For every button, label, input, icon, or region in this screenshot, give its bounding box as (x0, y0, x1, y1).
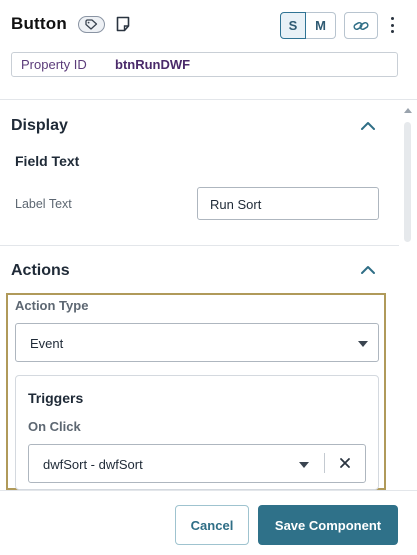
on-click-value: dwfSort - dwfSort (43, 457, 143, 472)
document-icon[interactable] (116, 16, 130, 32)
kebab-menu-icon[interactable] (387, 14, 397, 36)
caret-down-icon (299, 462, 309, 468)
action-type-label: Action Type (15, 298, 89, 313)
component-title: Button (11, 14, 67, 33)
label-text-label: Label Text (15, 197, 72, 211)
link-icon (353, 21, 369, 30)
action-type-value: Event (30, 336, 64, 351)
display-section-title: Display (11, 117, 68, 134)
scroll-up-arrow-icon[interactable] (404, 108, 412, 113)
select-separator (324, 453, 325, 473)
display-collapse-chevron-up-icon[interactable] (360, 121, 376, 131)
property-id-value: btnRunDWF (115, 57, 191, 72)
section-divider (0, 245, 399, 246)
actions-section-title: Actions (11, 262, 70, 279)
tag-button[interactable] (78, 16, 105, 33)
size-s-button[interactable]: S (280, 12, 306, 39)
caret-down-icon (358, 341, 368, 347)
panel-header: Button S M Property ID btnRunDWF (0, 0, 417, 100)
close-icon[interactable] (338, 456, 352, 470)
actions-collapse-chevron-up-icon[interactable] (360, 265, 376, 275)
property-id-field[interactable]: Property ID btnRunDWF (11, 52, 398, 77)
scrollbar-thumb[interactable] (404, 122, 411, 242)
link-button[interactable] (344, 12, 378, 39)
property-id-label: Property ID (21, 57, 87, 72)
cancel-button[interactable]: Cancel (175, 505, 249, 545)
tag-icon (85, 19, 98, 30)
action-type-select[interactable]: Event (15, 323, 379, 362)
field-text-heading: Field Text (15, 153, 80, 169)
on-click-label: On Click (28, 419, 81, 434)
triggers-title: Triggers (28, 390, 84, 406)
save-component-button[interactable]: Save Component (258, 505, 398, 545)
on-click-select[interactable]: dwfSort - dwfSort (28, 444, 366, 483)
size-m-button[interactable]: M (306, 12, 336, 39)
label-text-input[interactable]: Run Sort (197, 187, 379, 220)
